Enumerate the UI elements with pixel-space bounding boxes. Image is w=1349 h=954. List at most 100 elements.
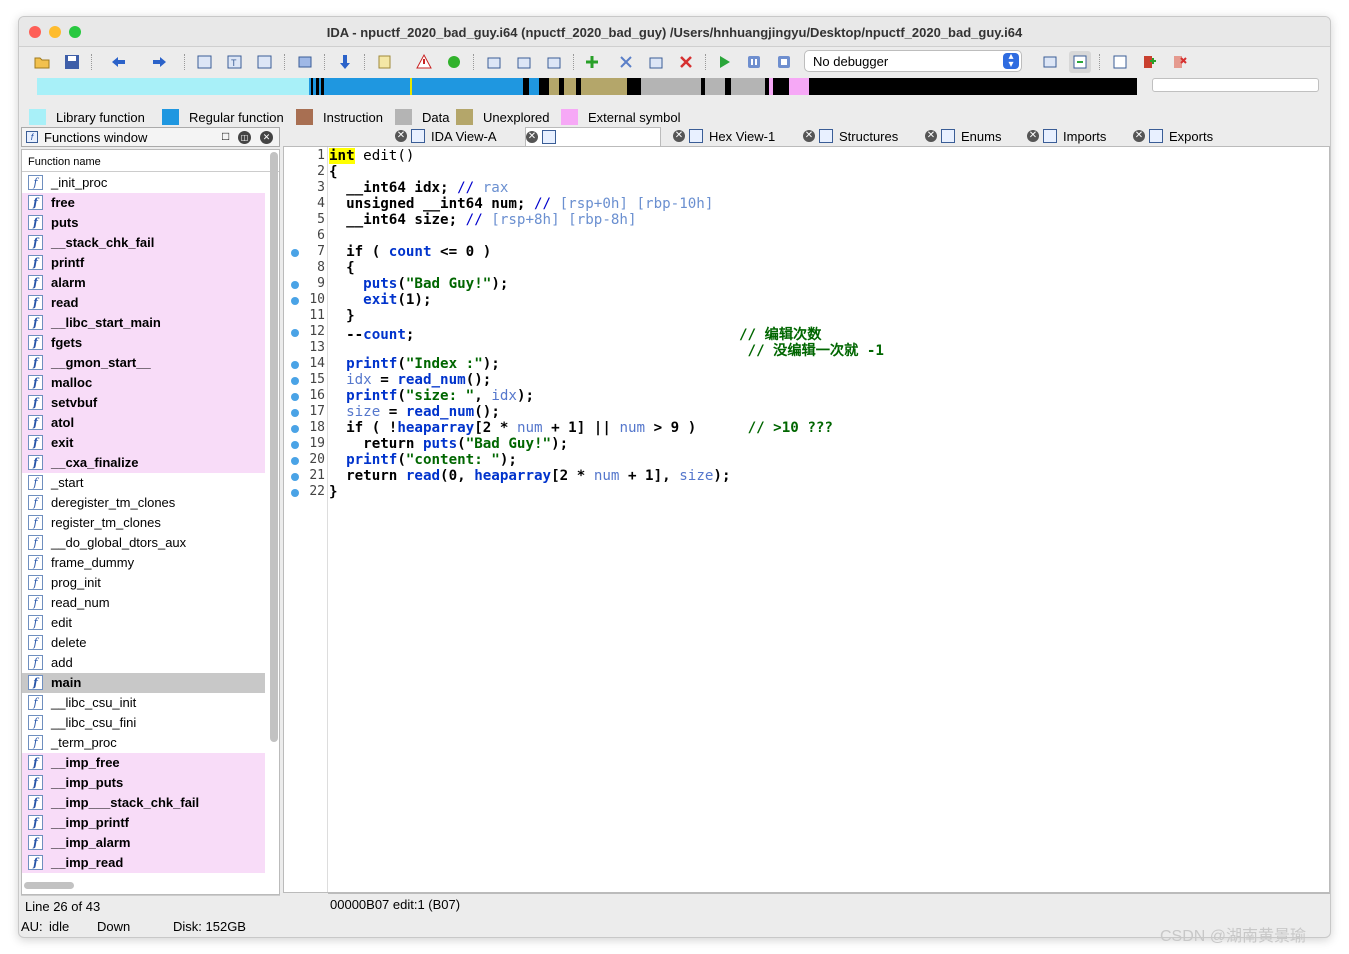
code-line[interactable]: exit(1); xyxy=(329,292,431,308)
function-row[interactable]: f __stack_chk_fail xyxy=(22,233,265,253)
function-row[interactable]: f atol xyxy=(22,413,265,433)
function-row[interactable]: f _init_proc xyxy=(22,173,265,193)
code-line[interactable]: if ( count <= 0 ) xyxy=(329,244,491,260)
breakpoint-marker-icon[interactable] xyxy=(291,249,299,257)
code-line[interactable]: puts("Bad Guy!"); xyxy=(329,276,508,292)
code-line[interactable]: size = read_num(); xyxy=(329,404,500,420)
function-row[interactable]: f frame_dummy xyxy=(22,553,265,573)
tab[interactable]: ✕ Enums xyxy=(925,127,1015,147)
code-line[interactable]: if ( !heaparray[2 * num + 1] || num > 9 … xyxy=(329,420,833,436)
debug-settings-icon[interactable] xyxy=(1039,51,1061,73)
code-line[interactable]: { xyxy=(329,164,338,180)
breakpoint-marker-icon[interactable] xyxy=(291,409,299,417)
function-row[interactable]: f __cxa_finalize xyxy=(22,453,265,473)
stop-icon[interactable] xyxy=(773,51,795,73)
attach-process-icon[interactable] xyxy=(1069,51,1091,73)
remove-breakpoint-icon[interactable] xyxy=(1169,51,1191,73)
pseudocode-view[interactable]: 1 2 3 4 5 6 7 8 9 10 11 12 13 14 15 16 17 18 19 20 21 22 int … xyxy=(283,146,1330,893)
function-row[interactable]: f __libc_csu_init xyxy=(22,693,265,713)
function-row[interactable]: f __imp_read xyxy=(22,853,265,873)
code-line[interactable]: } xyxy=(329,484,338,500)
function-row[interactable]: f exit xyxy=(22,433,265,453)
open-icon[interactable] xyxy=(31,51,53,73)
column-header-function-name[interactable]: Function name xyxy=(22,150,279,172)
float-window-icon[interactable]: ◫ xyxy=(238,131,251,144)
function-row[interactable]: f read xyxy=(22,293,265,313)
tab-close-icon[interactable]: ✕ xyxy=(803,130,815,142)
tab-close-icon[interactable]: ✕ xyxy=(1027,130,1039,142)
function-row[interactable]: f __libc_start_main xyxy=(22,313,265,333)
function-row[interactable]: f _term_proc xyxy=(22,733,265,753)
code-line[interactable]: idx = read_num(); xyxy=(329,372,491,388)
code-line[interactable]: --count; // 编辑次数 xyxy=(329,324,821,343)
function-row[interactable]: f edit xyxy=(22,613,265,633)
breakpoint-marker-icon[interactable] xyxy=(291,377,299,385)
function-row[interactable]: f main xyxy=(22,673,265,693)
tab[interactable]: ✕ Imports xyxy=(1027,127,1121,147)
code-line[interactable]: return puts("Bad Guy!"); xyxy=(329,436,568,452)
add-string-icon[interactable] xyxy=(543,51,565,73)
code-line[interactable]: unsigned __int64 num; // [rsp+0h] [rbp-1… xyxy=(329,196,713,212)
function-row[interactable]: f alarm xyxy=(22,273,265,293)
breakpoint-marker-icon[interactable] xyxy=(291,457,299,465)
tab-close-icon[interactable]: ✕ xyxy=(1133,130,1145,142)
tab[interactable]: ✕ xyxy=(525,127,661,147)
debugger-select[interactable]: No debugger ▴ ▾ xyxy=(804,50,1022,72)
back-icon[interactable] xyxy=(107,51,129,73)
breakpoint-marker-icon[interactable] xyxy=(291,489,299,497)
function-row[interactable]: f __imp_puts xyxy=(22,773,265,793)
horizontal-scrollbar[interactable] xyxy=(24,882,74,889)
breakpoint-marker-icon[interactable] xyxy=(291,297,299,305)
breakpoint-marker-icon[interactable] xyxy=(291,281,299,289)
function-row[interactable]: f deregister_tm_clones xyxy=(22,493,265,513)
code-line[interactable]: printf("size: ", idx); xyxy=(329,388,534,404)
add-data-icon[interactable] xyxy=(513,51,535,73)
breakpoint-marker-icon[interactable] xyxy=(291,441,299,449)
tab-close-icon[interactable]: ✕ xyxy=(925,130,937,142)
forward-icon[interactable] xyxy=(149,51,171,73)
function-row[interactable]: f delete xyxy=(22,633,265,653)
function-row[interactable]: f __imp_alarm xyxy=(22,833,265,853)
function-row[interactable]: f puts xyxy=(22,213,265,233)
patch-icon[interactable] xyxy=(645,51,667,73)
code-line[interactable]: } xyxy=(329,308,355,324)
pause-icon[interactable] xyxy=(743,51,765,73)
breakpoint-marker-icon[interactable] xyxy=(291,329,299,337)
add-code-icon[interactable] xyxy=(483,51,505,73)
tab-close-icon[interactable]: ✕ xyxy=(526,131,538,143)
function-row[interactable]: f __do_global_dtors_aux xyxy=(22,533,265,553)
function-row[interactable]: f read_num xyxy=(22,593,265,613)
tab-close-icon[interactable]: ✕ xyxy=(395,130,407,142)
breakpoint-marker-icon[interactable] xyxy=(291,473,299,481)
function-row[interactable]: f __imp_printf xyxy=(22,813,265,833)
function-row[interactable]: f register_tm_clones xyxy=(22,513,265,533)
pin-icon[interactable]: □ xyxy=(222,129,229,143)
breakpoint-marker-icon[interactable] xyxy=(291,425,299,433)
navigation-band[interactable] xyxy=(37,78,1137,95)
code-line[interactable]: __int64 size; // [rsp+8h] [rbp-8h] xyxy=(329,212,636,228)
close-icon[interactable]: ✕ xyxy=(260,131,273,144)
tab[interactable]: ✕ Exports xyxy=(1133,127,1233,147)
function-row[interactable]: f _start xyxy=(22,473,265,493)
code-line[interactable]: int edit() xyxy=(329,148,414,164)
search-binary-icon[interactable] xyxy=(254,51,276,73)
jump-down-icon[interactable] xyxy=(334,51,356,73)
play-icon[interactable] xyxy=(713,51,735,73)
green-dot-icon[interactable] xyxy=(443,51,465,73)
function-row[interactable]: f malloc xyxy=(22,373,265,393)
add-struct-icon[interactable] xyxy=(581,51,603,73)
function-row[interactable]: f free xyxy=(22,193,265,213)
breakpoint-marker-icon[interactable] xyxy=(291,393,299,401)
code-line[interactable]: { xyxy=(329,260,355,276)
binary-icon[interactable] xyxy=(194,51,216,73)
function-row[interactable]: f fgets xyxy=(22,333,265,353)
cross-ref-icon[interactable] xyxy=(615,51,637,73)
function-row[interactable]: f __gmon_start__ xyxy=(22,353,265,373)
code-line[interactable]: return read(0, heaparray[2 * num + 1], s… xyxy=(329,468,730,484)
function-row[interactable]: f add xyxy=(22,653,265,673)
function-row[interactable]: f __imp_free xyxy=(22,753,265,773)
code-line[interactable]: printf("content: "); xyxy=(329,452,517,468)
tab[interactable]: ✕ IDA View-A xyxy=(395,127,513,147)
function-row[interactable]: f __imp___stack_chk_fail xyxy=(22,793,265,813)
function-row[interactable]: f setvbuf xyxy=(22,393,265,413)
